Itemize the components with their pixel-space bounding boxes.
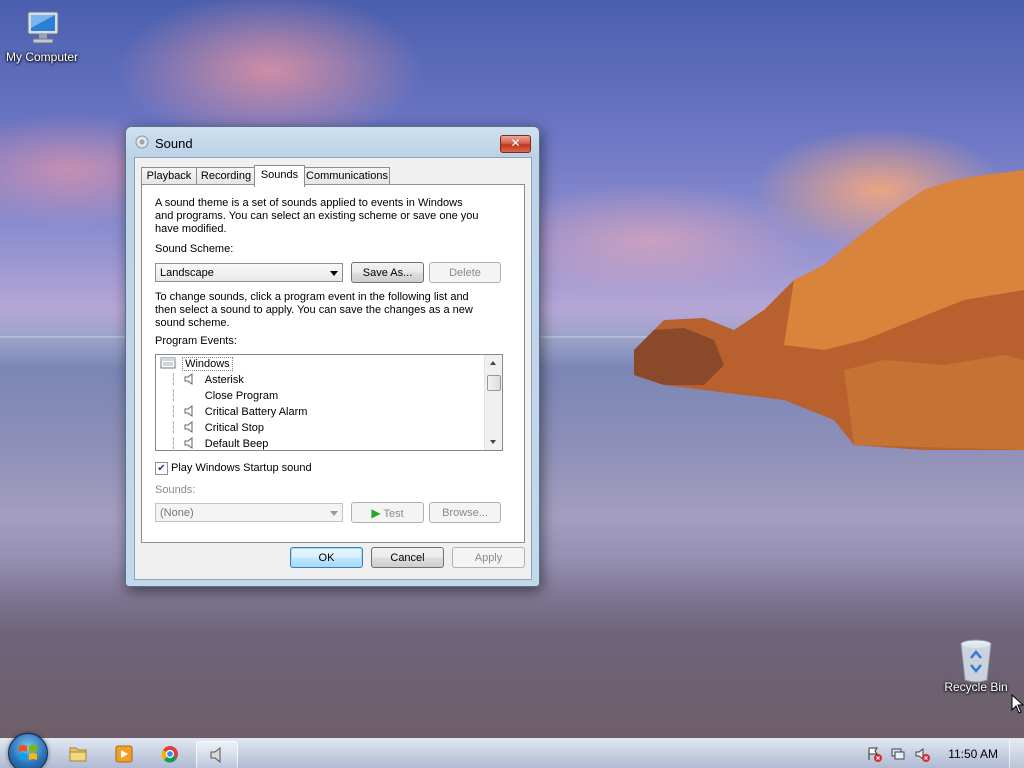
action-center-icon[interactable]	[866, 746, 882, 762]
sound-scheme-dropdown[interactable]: Landscape	[155, 263, 343, 282]
taskbar-chrome-button[interactable]	[150, 741, 190, 767]
windows-group-icon	[160, 357, 176, 369]
taskbar-clock[interactable]: 11:50 AM	[948, 747, 998, 761]
tree-connector: ┆	[170, 390, 177, 402]
sounds-value: (None)	[160, 507, 194, 519]
list-item-close-program[interactable]: ┆ Close Program	[170, 388, 278, 404]
startup-sound-checkbox[interactable]: ✔	[155, 462, 168, 475]
scroll-down-arrow-icon[interactable]	[490, 440, 496, 444]
intro-line-3: have modified.	[155, 223, 227, 235]
startup-sound-label[interactable]: Play Windows Startup sound	[171, 462, 312, 475]
list-item-critical-battery-alarm[interactable]: ┆ Critical Battery Alarm	[170, 404, 307, 420]
list-item-default-beep[interactable]: ┆ Default Beep	[170, 436, 269, 450]
instructions-text: To change sounds, click a program event …	[155, 291, 473, 330]
tree-connector: ┆	[170, 406, 177, 418]
apply-button[interactable]: Apply	[452, 547, 525, 568]
event-label-critical-battery-alarm: Critical Battery Alarm	[204, 406, 308, 418]
taskbar-media-player-button[interactable]	[104, 741, 144, 767]
sound-dialog: Sound ✕ Playback Recording Sounds Commun…	[125, 126, 540, 587]
taskbar-sound-button[interactable]	[196, 741, 238, 768]
my-computer-label: My Computer	[5, 50, 79, 64]
event-label-close-program: Close Program	[204, 390, 279, 402]
title-bar[interactable]: Sound ✕	[126, 127, 539, 157]
save-as-button[interactable]: Save As...	[351, 262, 424, 283]
chrome-icon	[161, 746, 178, 763]
event-label-critical-stop: Critical Stop	[204, 422, 265, 434]
delete-button[interactable]: Delete	[429, 262, 501, 283]
window-title: Sound	[155, 136, 193, 151]
speaker-title-icon	[135, 135, 149, 149]
windows-logo-icon	[19, 745, 37, 760]
sound-scheme-value: Landscape	[160, 267, 214, 279]
list-item-windows[interactable]: Windows	[160, 356, 233, 372]
mouse-cursor-icon	[1011, 694, 1024, 714]
play-icon: ▶	[371, 506, 381, 520]
program-events-label: Program Events:	[155, 335, 237, 347]
instructions-line-3: sound scheme.	[155, 317, 230, 329]
scroll-up-arrow-icon[interactable]	[490, 361, 496, 365]
sounds-label: Sounds:	[155, 484, 196, 496]
speaker-icon	[184, 373, 193, 385]
scroll-thumb[interactable]	[487, 375, 501, 391]
chevron-down-icon	[330, 511, 338, 516]
speaker-icon	[210, 746, 221, 764]
speaker-icon	[184, 421, 193, 433]
instructions-line-1: To change sounds, click a program event …	[155, 291, 469, 303]
dialog-client-area: Playback Recording Sounds Communications…	[134, 157, 532, 580]
my-computer-desktop-icon[interactable]: My Computer	[0, 8, 84, 64]
test-button[interactable]: ▶ Test	[351, 502, 424, 523]
instructions-line-2: then select a sound to apply. You can sa…	[155, 304, 473, 316]
taskbar: 11:50 AM	[0, 733, 1024, 768]
close-icon: ✕	[510, 136, 521, 150]
event-label-asterisk: Asterisk	[204, 374, 244, 386]
chevron-down-icon	[330, 271, 338, 276]
event-label-default-beep: Default Beep	[204, 438, 269, 450]
speaker-icon	[184, 405, 193, 417]
program-events-list[interactable]: Windows ┆ Asterisk ┆ Close Program ┆ Cri…	[155, 354, 503, 451]
volume-muted-icon[interactable]	[914, 746, 930, 762]
intro-line-2: and programs. You can select an existing…	[155, 210, 479, 222]
sounds-tab-panel: A sound theme is a set of sounds applied…	[141, 184, 525, 543]
show-desktop-button[interactable]	[1009, 739, 1024, 768]
network-icon[interactable]	[890, 746, 906, 762]
taskbar-explorer-button[interactable]	[58, 741, 98, 767]
tree-connector: ┆	[170, 438, 177, 450]
tree-connector: ┆	[170, 422, 177, 434]
event-label-windows: Windows	[182, 357, 233, 371]
rock-cliffs	[634, 170, 1024, 450]
checkmark-icon: ✔	[157, 463, 166, 474]
speaker-icon	[184, 437, 193, 449]
test-label: Test	[383, 508, 404, 520]
cancel-button[interactable]: Cancel	[371, 547, 444, 568]
list-item-critical-stop[interactable]: ┆ Critical Stop	[170, 420, 264, 436]
browse-button[interactable]: Browse...	[429, 502, 501, 523]
start-button[interactable]	[8, 733, 48, 768]
media-player-icon	[115, 745, 133, 763]
close-button[interactable]: ✕	[500, 135, 531, 153]
sounds-dropdown[interactable]: (None)	[155, 503, 343, 522]
intro-text: A sound theme is a set of sounds applied…	[155, 197, 478, 236]
sound-scheme-label: Sound Scheme:	[155, 243, 234, 255]
events-scrollbar[interactable]	[484, 355, 502, 450]
tab-sounds[interactable]: Sounds	[254, 165, 305, 187]
ok-button[interactable]: OK	[290, 547, 363, 568]
computer-icon	[22, 8, 62, 48]
recycle-bin-icon	[956, 638, 996, 683]
recycle-bin-desktop-icon[interactable]: Recycle Bin	[934, 638, 1018, 694]
intro-line-1: A sound theme is a set of sounds applied…	[155, 197, 463, 209]
tree-connector: ┆	[170, 374, 177, 386]
list-item-asterisk[interactable]: ┆ Asterisk	[170, 372, 244, 388]
folder-icon	[69, 747, 87, 762]
